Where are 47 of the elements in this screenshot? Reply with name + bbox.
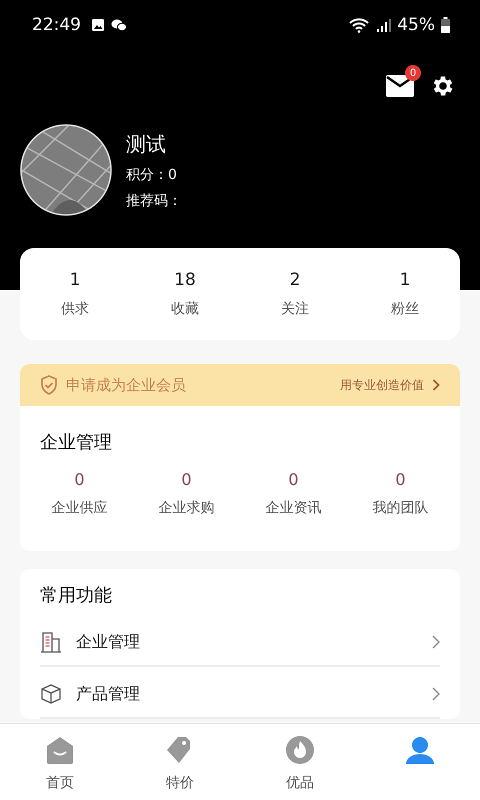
stat-value: 2 xyxy=(290,270,300,290)
chevron-right-icon xyxy=(432,635,440,649)
tab-item[interactable]: 首页 xyxy=(0,724,120,800)
stat-label[interactable]: 粉丝 xyxy=(391,300,419,318)
battery-percent: 45% xyxy=(397,15,435,35)
points-label: 积分：0 xyxy=(126,166,178,184)
stat-label[interactable]: 供求 xyxy=(61,300,89,318)
tab-item[interactable]: 优品 xyxy=(240,724,360,800)
stat-value: 1 xyxy=(400,270,410,290)
building-icon xyxy=(40,631,62,653)
stat-label[interactable]: 收藏 xyxy=(171,300,199,318)
function-row[interactable]: 产品管理 xyxy=(40,671,440,719)
chevron-right-icon xyxy=(432,687,440,701)
mail-icon[interactable] xyxy=(386,75,414,97)
enterprise-item[interactable]: 企业资讯 xyxy=(266,499,322,517)
wifi-icon xyxy=(349,17,370,33)
count-value: 0 xyxy=(395,470,406,489)
signal-icon xyxy=(375,17,392,33)
banner-link[interactable]: 用专业创造价值 xyxy=(340,376,424,394)
shield-check-icon xyxy=(40,375,58,395)
home-icon xyxy=(46,736,74,764)
chat-icon xyxy=(111,18,127,32)
function-row[interactable]: 企业管理 xyxy=(40,619,440,667)
user-name: 测试 xyxy=(126,130,167,158)
enterprise-item[interactable]: 我的团队 xyxy=(372,499,428,517)
fire-icon xyxy=(286,736,314,764)
count-value: 0 xyxy=(288,470,299,489)
banner-title: 申请成为企业会员 xyxy=(66,376,186,394)
tab-item[interactable]: 特价 xyxy=(120,724,240,800)
count-value: 0 xyxy=(181,470,192,489)
status-time: 22:49 xyxy=(32,15,81,35)
battery-icon xyxy=(441,17,450,33)
person-icon xyxy=(406,736,434,764)
count-value: 0 xyxy=(74,470,85,489)
stat-value: 1 xyxy=(70,270,80,290)
unread-badge: 0 xyxy=(405,65,421,81)
enterprise-item[interactable]: 企业求购 xyxy=(158,499,214,517)
referral-code-label: 推荐码： xyxy=(126,192,182,210)
section-title: 常用功能 xyxy=(40,584,113,607)
member-banner[interactable]: 申请成为企业会员 用专业创造价值 xyxy=(20,364,460,406)
chevron-right-icon xyxy=(432,379,440,391)
stat-value: 18 xyxy=(174,270,196,290)
section-title: 企业管理 xyxy=(40,431,113,454)
stat-label[interactable]: 关注 xyxy=(281,300,309,318)
image-icon xyxy=(91,18,105,32)
box-icon xyxy=(40,683,62,705)
enterprise-item[interactable]: 企业供应 xyxy=(52,499,108,517)
